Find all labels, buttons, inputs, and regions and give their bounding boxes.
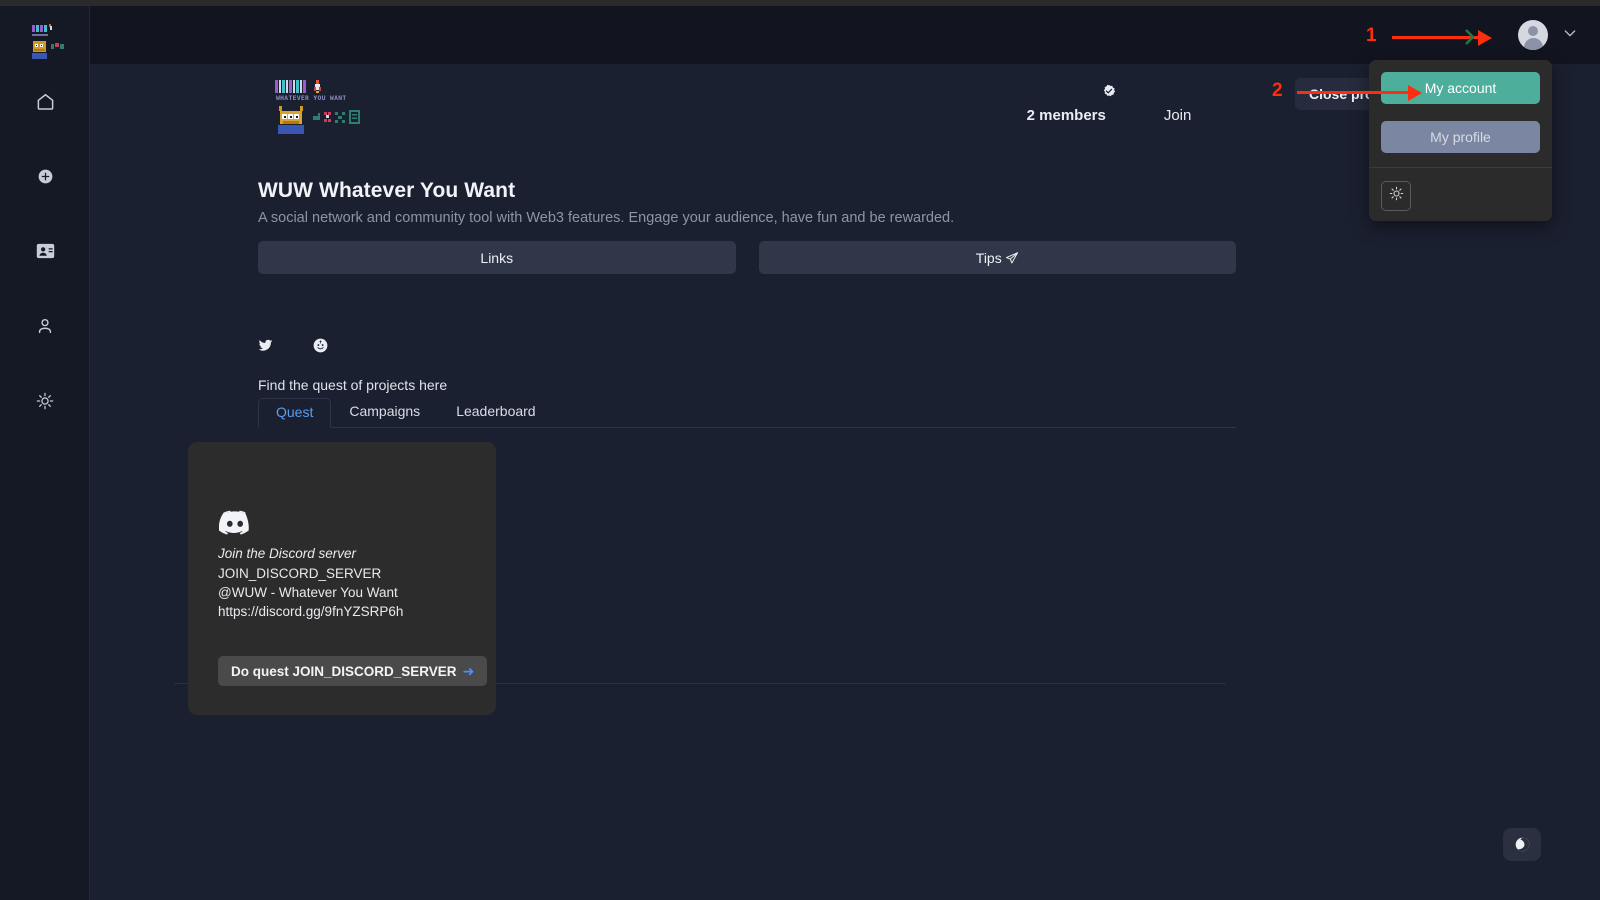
tab-campaigns[interactable]: Campaigns [331,397,438,427]
project-stats: 2 members Join [984,84,1234,124]
sidebar-item-add[interactable] [0,153,90,199]
project-logo: WHATEVER YOU WANT [274,78,370,140]
sidebar-item-theme[interactable] [0,378,90,424]
svg-text:WHATEVER YOU WANT: WHATEVER YOU WANT [276,94,347,102]
chevron-down-icon[interactable] [1562,25,1578,46]
do-quest-button[interactable]: Do quest JOIN_DISCORD_SERVER ➜ [218,656,488,686]
annotation-number-1: 1 [1366,25,1377,46]
sun-icon [36,392,54,410]
avatar-icon[interactable] [1518,20,1548,50]
home-icon [36,92,55,111]
twitter-icon[interactable] [258,338,273,353]
sidebar-item-home[interactable] [0,78,90,124]
quest-key: JOIN_DISCORD_SERVER [218,566,382,581]
page-title: WUW Whatever You Want [258,179,516,202]
person-icon [36,317,54,335]
quest-title: Join the Discord server [218,546,357,561]
quest-card: Join the Discord server JOIN_DISCORD_SER… [188,442,496,715]
sidebar-logo[interactable] [24,18,68,64]
annotation-line-1 [1392,36,1482,39]
sidebar-item-contacts[interactable] [0,228,90,274]
links-label: Links [480,249,514,266]
support-globe-icon[interactable] [1503,828,1541,861]
annotation-arrowhead-2 [1408,84,1422,101]
quest-handle: @WUW - Whatever You Want [218,585,398,600]
tab-quest[interactable]: Quest [258,398,332,428]
reddit-icon[interactable] [313,338,328,353]
my-account-label: My account [1424,80,1497,96]
tab-quest-label: Quest [276,404,314,420]
member-count: 2 members [1026,107,1106,124]
arrow-right-icon: ➜ [462,662,475,679]
do-quest-label: Do quest JOIN_DISCORD_SERVER [231,663,457,679]
tab-leaderboard[interactable]: Leaderboard [438,397,553,427]
sun-icon [1389,186,1404,206]
links-button[interactable]: Links [258,241,736,274]
header-actions [1518,6,1578,64]
tab-leaderboard-label: Leaderboard [456,403,536,419]
discord-icon [218,510,251,540]
my-account-button[interactable]: My account [1381,72,1540,104]
quest-url: https://discord.gg/9fnYZSRP6h [218,604,404,619]
app-root: WHATEVER YOU WANT 2 members Join WUW Wha… [0,0,1600,900]
sidebar-nav [0,78,90,424]
sidebar-item-profile[interactable] [0,303,90,349]
dropdown-divider [1369,167,1552,168]
join-button[interactable]: Join [1164,107,1192,124]
account-dropdown-menu: My account My profile [1369,60,1552,221]
project-description: A social network and community tool with… [258,210,955,226]
send-icon [1005,251,1019,265]
tips-button[interactable]: Tips [758,241,1236,274]
annotation-arrowhead-1 [1478,29,1492,46]
theme-toggle-button[interactable] [1381,181,1411,211]
stats-row: 2 members Join [984,107,1234,124]
left-sidebar [0,6,90,900]
my-profile-button[interactable]: My profile [1381,121,1540,153]
plus-circle-icon [38,169,53,184]
tips-label: Tips [975,249,1002,266]
social-links [258,338,328,353]
verified-badge-icon [984,84,1234,98]
id-card-icon [36,243,55,259]
annotation-line-2 [1297,91,1412,94]
project-action-buttons: Links Tips [258,241,1236,274]
quests-tabs: Quest Campaigns Leaderboard [258,398,1236,428]
quests-section-label: Find the quest of projects here [258,377,448,393]
my-profile-label: My profile [1430,129,1491,145]
tab-campaigns-label: Campaigns [349,403,421,419]
annotation-number-2: 2 [1272,80,1283,101]
